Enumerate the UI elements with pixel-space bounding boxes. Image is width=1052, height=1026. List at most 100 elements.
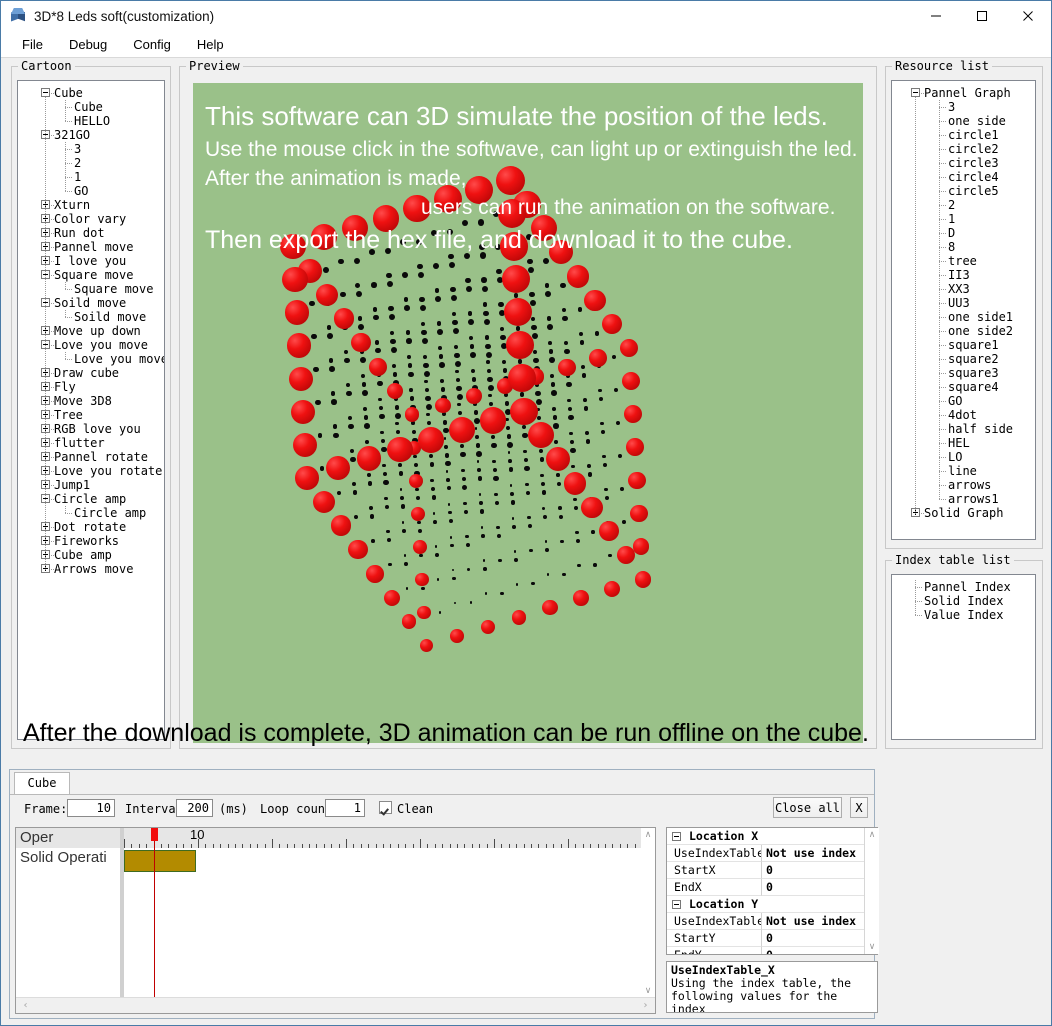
led-off[interactable] [576, 539, 580, 543]
led-off[interactable] [387, 281, 393, 287]
led-on[interactable] [604, 581, 620, 597]
led-on[interactable] [418, 427, 444, 453]
led-off[interactable] [466, 286, 472, 292]
led-off[interactable] [413, 455, 416, 458]
tree-item[interactable]: Circle amp [18, 506, 164, 520]
led-off[interactable] [514, 550, 517, 553]
led-on[interactable] [567, 265, 590, 288]
led-off[interactable] [386, 530, 389, 533]
led-off[interactable] [478, 476, 483, 481]
led-off[interactable] [477, 460, 480, 463]
led-off[interactable] [598, 389, 602, 393]
led-off[interactable] [417, 264, 422, 269]
led-off[interactable] [479, 493, 482, 496]
led-off[interactable] [383, 480, 388, 485]
tree-item[interactable]: RGB love you [18, 422, 164, 436]
led-off[interactable] [608, 554, 611, 557]
led-off[interactable] [406, 330, 411, 335]
led-off[interactable] [549, 357, 555, 363]
led-on[interactable] [402, 614, 417, 629]
tree-item[interactable]: 1 [18, 170, 164, 184]
led-off[interactable] [523, 450, 527, 454]
led-off[interactable] [431, 487, 435, 491]
led-off[interactable] [497, 534, 501, 538]
led-off[interactable] [514, 293, 519, 298]
index-table-tree[interactable]: Pannel IndexSolid IndexValue Index [891, 574, 1036, 740]
led-off[interactable] [584, 406, 589, 411]
led-off[interactable] [456, 386, 461, 391]
timeline-horizontal-scrollbar[interactable]: ‹ › [16, 997, 655, 1013]
led-off[interactable] [400, 488, 403, 491]
led-off[interactable] [564, 349, 569, 354]
led-off[interactable] [536, 399, 542, 405]
led-off[interactable] [560, 540, 563, 543]
led-off[interactable] [482, 286, 488, 292]
led-off[interactable] [488, 394, 491, 397]
timeline-clip-bar[interactable] [124, 850, 196, 872]
tree-item[interactable]: Draw cube [18, 366, 164, 380]
led-off[interactable] [512, 525, 516, 529]
led-off[interactable] [553, 423, 559, 429]
led-on[interactable] [450, 629, 464, 643]
led-off[interactable] [472, 377, 477, 382]
led-off[interactable] [433, 263, 439, 269]
led-off[interactable] [568, 415, 573, 420]
led-off[interactable] [444, 445, 448, 449]
collapse-icon[interactable] [911, 88, 920, 97]
property-row[interactable]: StartX0 [667, 862, 877, 879]
led-on[interactable] [435, 398, 450, 413]
led-off[interactable] [452, 569, 454, 571]
led-off[interactable] [462, 485, 467, 490]
led-off[interactable] [468, 311, 473, 316]
led-off[interactable] [470, 352, 476, 358]
led-off[interactable] [393, 372, 398, 377]
led-off[interactable] [552, 407, 556, 411]
property-category-row[interactable]: Location X [667, 828, 877, 845]
led-off[interactable] [618, 454, 622, 458]
led-off[interactable] [507, 442, 513, 448]
led-off[interactable] [564, 341, 568, 345]
led-off[interactable] [439, 354, 444, 359]
menu-debug[interactable]: Debug [58, 35, 118, 54]
led-off[interactable] [542, 490, 547, 495]
tree-item[interactable]: Value Index [892, 608, 1035, 622]
led-off[interactable] [363, 407, 367, 411]
led-off[interactable] [409, 388, 413, 392]
property-row[interactable]: EndX0 [667, 879, 877, 896]
tree-item[interactable]: HELLO [18, 114, 164, 128]
tree-item[interactable]: Dot rotate [18, 520, 164, 534]
led-off[interactable] [371, 282, 377, 288]
led-off[interactable] [333, 424, 338, 429]
led-off[interactable] [396, 430, 400, 434]
tree-item[interactable]: 321GO [18, 128, 164, 142]
led-off[interactable] [507, 434, 512, 439]
led-on[interactable] [285, 300, 310, 325]
led-off[interactable] [545, 291, 551, 297]
led-off[interactable] [580, 340, 585, 345]
led-off[interactable] [496, 526, 499, 529]
led-off[interactable] [437, 329, 443, 335]
led-off[interactable] [543, 258, 549, 264]
led-on[interactable] [630, 505, 647, 522]
led-on[interactable] [512, 610, 527, 625]
close-panel-button[interactable]: X [850, 797, 868, 818]
led-off[interactable] [426, 413, 429, 416]
led-off[interactable] [479, 501, 483, 505]
led-off[interactable] [549, 349, 554, 354]
tree-item[interactable]: Love you move [18, 352, 164, 366]
led-off[interactable] [427, 421, 431, 425]
tree-item[interactable]: square1 [892, 338, 1035, 352]
led-off[interactable] [545, 540, 548, 543]
led-on[interactable] [633, 538, 650, 555]
led-off[interactable] [492, 460, 495, 463]
led-off[interactable] [602, 455, 605, 458]
led-on[interactable] [313, 491, 335, 513]
led-off[interactable] [491, 435, 495, 439]
led-off[interactable] [398, 463, 402, 467]
property-category-row[interactable]: Location Y [667, 896, 877, 913]
led-off[interactable] [462, 477, 466, 481]
led-off[interactable] [454, 345, 458, 349]
led-off[interactable] [404, 562, 408, 566]
led-off[interactable] [438, 346, 442, 350]
tree-item[interactable]: Square move [18, 268, 164, 282]
